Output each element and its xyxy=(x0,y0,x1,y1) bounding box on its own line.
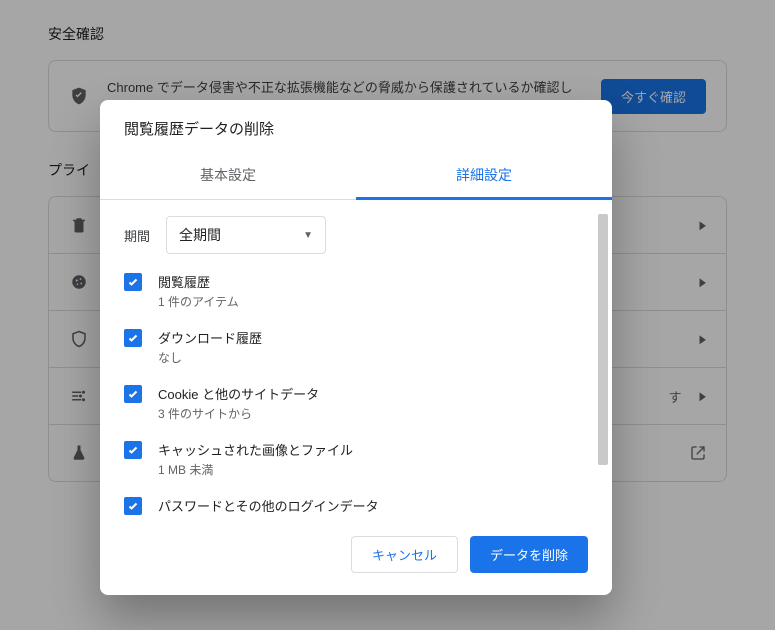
tab-basic[interactable]: 基本設定 xyxy=(100,153,356,199)
option-title: ダウンロード履歴 xyxy=(158,328,262,347)
checkbox-checked[interactable] xyxy=(124,497,142,515)
option-sub: 1 件のアイテム xyxy=(158,293,239,310)
scrollbar[interactable] xyxy=(598,214,608,506)
option-sub: なし xyxy=(158,349,262,366)
tab-advanced[interactable]: 詳細設定 xyxy=(356,153,612,200)
option-title: Cookie と他のサイトデータ xyxy=(158,384,319,403)
checkbox-checked[interactable] xyxy=(124,273,142,291)
clear-browsing-data-dialog: 閲覧履歴データの削除 基本設定 詳細設定 期間 全期間 ▼ 閲覧履歴 1 件のア… xyxy=(100,100,612,595)
checkbox-checked[interactable] xyxy=(124,385,142,403)
checkbox-checked[interactable] xyxy=(124,329,142,347)
chevron-down-icon: ▼ xyxy=(303,230,313,241)
clear-data-button[interactable]: データを削除 xyxy=(470,536,588,573)
option-browsing-history[interactable]: 閲覧履歴 1 件のアイテム xyxy=(124,272,580,310)
time-range-select[interactable]: 全期間 ▼ xyxy=(166,216,326,254)
time-range-label: 期間 xyxy=(124,226,150,245)
option-sub: 3 件のサイトから xyxy=(158,405,319,422)
option-cache[interactable]: キャッシュされた画像とファイル 1 MB 未満 xyxy=(124,440,580,478)
option-cookies[interactable]: Cookie と他のサイトデータ 3 件のサイトから xyxy=(124,384,580,422)
option-download-history[interactable]: ダウンロード履歴 なし xyxy=(124,328,580,366)
dialog-title: 閲覧履歴データの削除 xyxy=(100,100,612,153)
option-sub: 1 MB 未満 xyxy=(158,461,353,478)
option-passwords[interactable]: パスワードとその他のログインデータ なし xyxy=(124,496,580,516)
checkbox-checked[interactable] xyxy=(124,441,142,459)
option-title: 閲覧履歴 xyxy=(158,272,239,291)
cancel-button[interactable]: キャンセル xyxy=(351,536,458,573)
option-title: キャッシュされた画像とファイル xyxy=(158,440,353,459)
dialog-tabs: 基本設定 詳細設定 xyxy=(100,153,612,200)
option-title: パスワードとその他のログインデータ xyxy=(158,496,379,515)
time-range-value: 全期間 xyxy=(179,225,221,245)
